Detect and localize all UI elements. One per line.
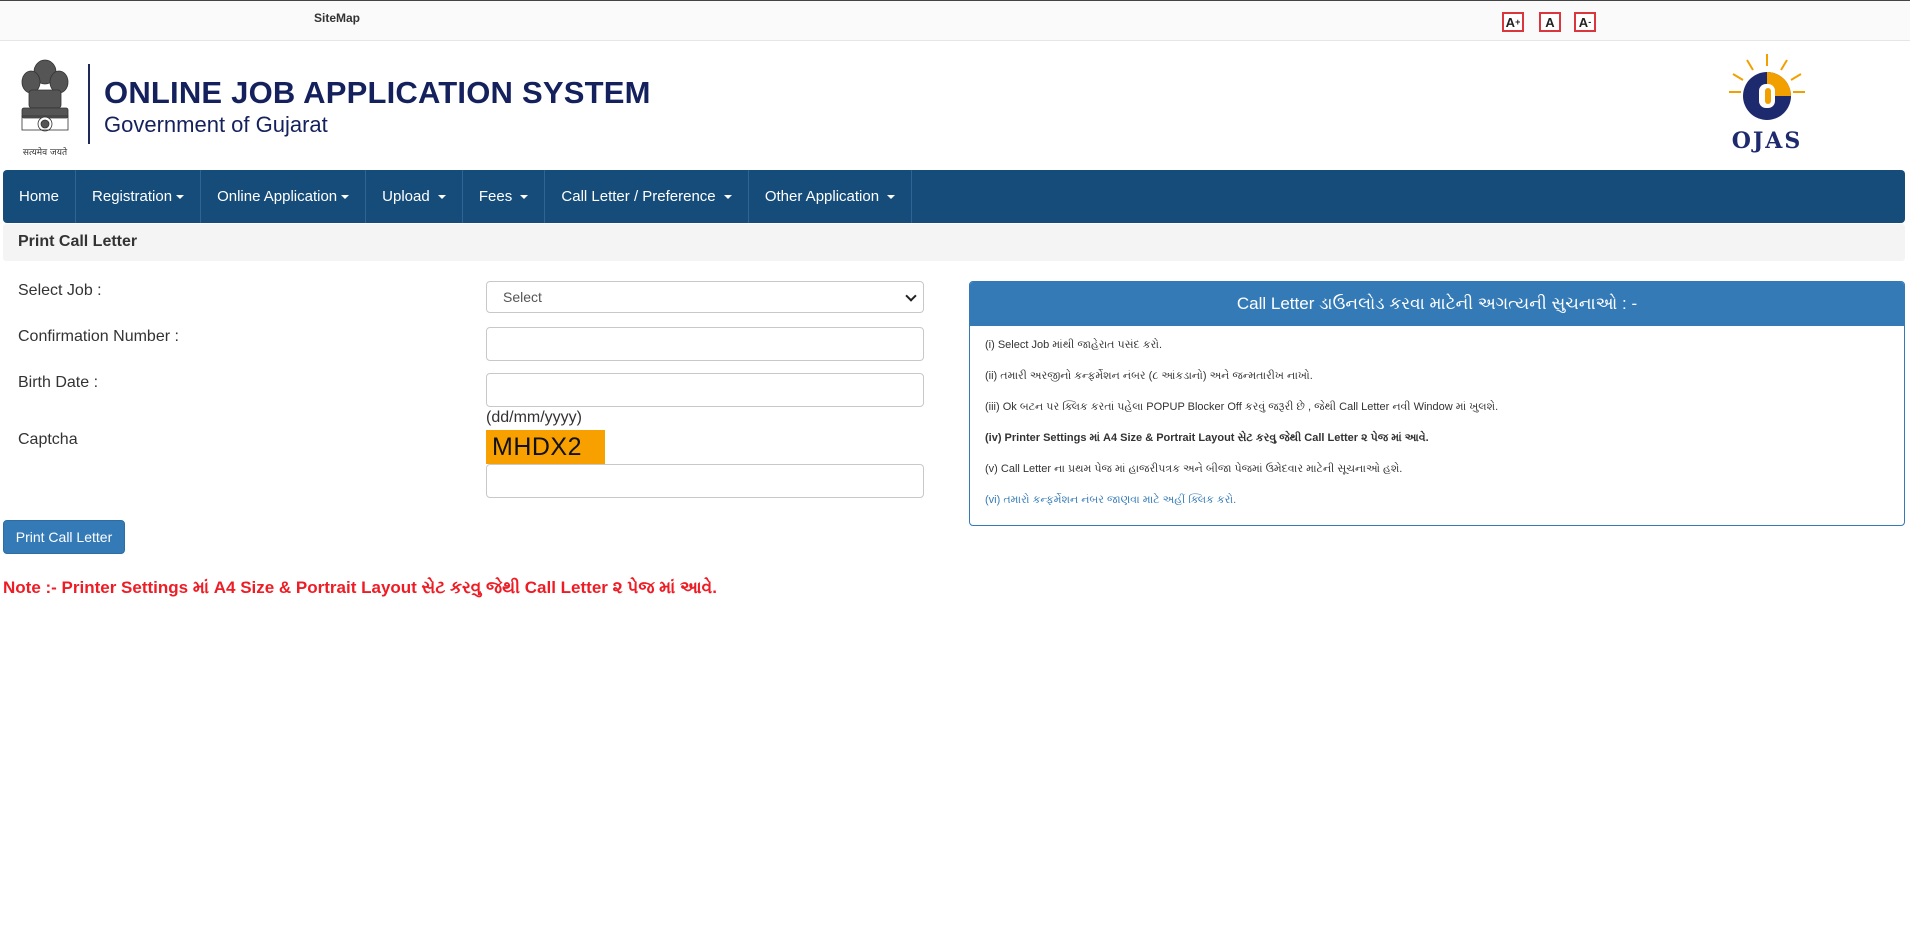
main-nav: Home Registration Online Application Upl… [3,170,1905,223]
instruction-item: (iii) Ok બટન પર ક્લિક કરતાં પહેલા POPUP … [985,401,1499,413]
instructions-list: (i) Select Job માંથી જાહેરાત પસંદ કરો. (… [970,326,1904,522]
instruction-item: (iv) Printer Settings માં A4 Size & Port… [985,432,1429,444]
font-normal-label: A [1545,14,1555,30]
font-normal-button[interactable]: A [1539,12,1561,32]
font-increase-label: A [1505,14,1516,30]
ojas-logo-icon[interactable]: OJAS [1725,52,1809,154]
caret-down-icon [341,194,350,199]
birth-date-input[interactable] [486,373,924,407]
captcha-label: Captcha [18,431,78,448]
font-decrease-label: A [1578,14,1589,30]
nav-call-letter-preference[interactable]: Call Letter / Preference [545,170,749,223]
page-title: Print Call Letter [18,233,138,250]
ojas-logo-text: OJAS [1732,128,1803,154]
nav-fees[interactable]: Fees [463,170,546,223]
nav-home[interactable]: Home [3,170,77,223]
instruction-item: (v) Call Letter ના પ્રથમ પેજ માં હાજરીપત… [985,463,1403,475]
instructions-heading: Call Letter ડાઉનલોડ કરવા માટેની અગત્યની … [970,282,1904,326]
top-bar: SiteMap A + A A- [0,0,1910,41]
font-increase-button[interactable]: A + [1502,12,1524,32]
emblem-motto: सत्यमेव जयते [23,146,68,158]
chevron-down-icon [905,290,917,302]
page-heading-bar: Print Call Letter [3,224,1905,261]
nav-call-letter-preference-label: Call Letter / Preference [561,188,716,205]
header-divider [88,64,90,144]
font-decrease-button[interactable]: A- [1574,12,1596,32]
nav-registration[interactable]: Registration [76,170,202,223]
nav-fees-label: Fees [478,188,513,205]
nav-online-application-label: Online Application [217,188,338,205]
caret-down-icon [520,194,529,199]
caret-down-icon [887,194,896,199]
caret-down-icon [176,194,185,199]
birth-date-label: Birth Date : [18,374,99,391]
sitemap-link[interactable]: SiteMap [314,11,360,25]
caret-down-icon [723,194,732,199]
confirmation-number-input[interactable] [486,327,924,361]
nav-other-application[interactable]: Other Application [749,170,913,223]
nav-upload[interactable]: Upload [366,170,463,223]
select-job-label: Select Job : [18,282,102,299]
select-job-value: Select [503,289,542,305]
nav-registration-label: Registration [92,188,173,205]
print-call-letter-button[interactable]: Print Call Letter [3,520,125,554]
site-header: सत्यमेव जयते ONLINE JOB APPLICATION SYST… [0,42,1910,170]
confirmation-number-label: Confirmation Number : [18,328,179,345]
captcha-input[interactable] [486,464,924,498]
select-job-dropdown[interactable]: Select [486,281,924,313]
site-subtitle: Government of Gujarat [104,112,328,137]
nav-upload-label: Upload [382,188,430,205]
confirmation-lookup-link[interactable]: (vi) તમારો કન્ફર્મેશન નંબર જાણવા માટે અહ… [985,491,1889,522]
nav-online-application[interactable]: Online Application [201,170,367,223]
instruction-item: (ii) તમારી અરજીનો કન્ફર્મેશન નંબર (૮ આંક… [985,370,1313,382]
caret-down-icon [437,194,446,199]
nav-home-label: Home [19,188,60,205]
birth-date-format-hint: (dd/mm/yyyy) [486,409,582,426]
instructions-panel: Call Letter ડાઉનલોડ કરવા માટેની અગત્યની … [969,281,1905,526]
site-title: ONLINE JOB APPLICATION SYSTEM [104,75,651,110]
printer-note: Note :- Printer Settings માં A4 Size & P… [3,578,717,597]
national-emblem-icon: सत्यमेव जयते [21,59,69,158]
captcha-image: MHDX2 [486,430,605,464]
nav-other-application-label: Other Application [764,188,880,205]
instruction-item: (i) Select Job માંથી જાહેરાત પસંદ કરો. [985,339,1163,351]
